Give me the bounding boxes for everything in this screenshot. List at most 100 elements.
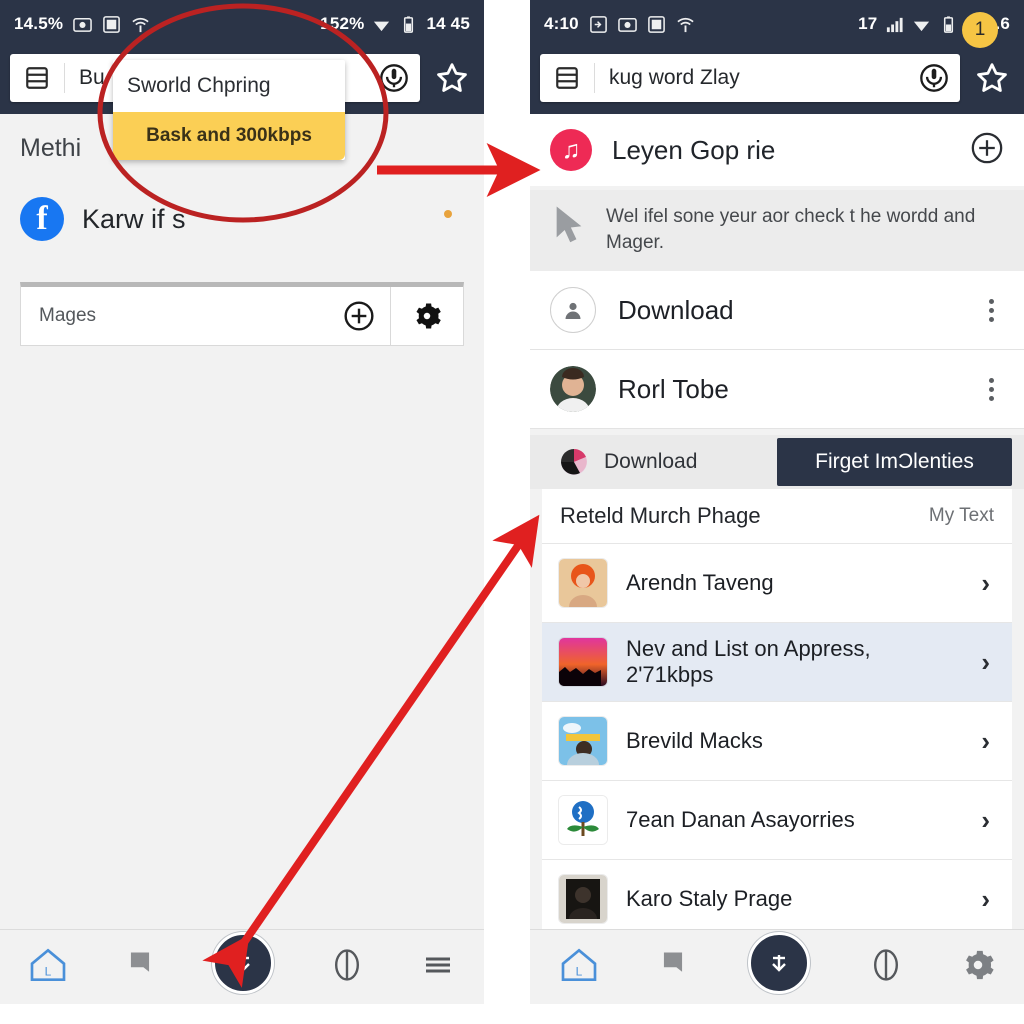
svg-text:L: L (44, 964, 51, 978)
left-status-bar: 14.5% 152% 14 45 (0, 0, 484, 48)
camera-icon (73, 15, 93, 34)
suggestion-item[interactable]: Sworld Chpring (113, 60, 345, 112)
signal-percent-text: 152% (320, 14, 365, 33)
suggestion-highlight-item[interactable]: Bask and 300kbps (113, 112, 345, 160)
wifi-tether-icon (131, 15, 150, 34)
right-status-bar: 4:10 17 (530, 0, 1024, 48)
list-row[interactable]: Nev and List on Appress, 2'71kbps › (542, 623, 1012, 703)
list-row-label: Karo Staly Prage (626, 886, 793, 912)
plus-circle-icon[interactable] (970, 131, 1004, 170)
facebook-row-label: Karw if s (82, 203, 186, 234)
chevron-right-icon[interactable]: › (981, 647, 996, 678)
tab-download-label: Download (604, 450, 698, 474)
right-status-left: 4:10 (544, 14, 695, 34)
chevron-right-icon[interactable]: › (981, 568, 996, 599)
clock-text: 4:10 (544, 14, 579, 33)
list-menu-icon[interactable] (540, 63, 595, 93)
sub-header-right: My Text (928, 505, 994, 527)
avatar (550, 366, 596, 413)
battery-icon (939, 15, 958, 34)
list-row-label: 7ean Danan Asayorries (626, 807, 855, 833)
wifi-icon (912, 15, 931, 34)
sunset-gradient-thumb (558, 637, 608, 688)
download-icon (589, 15, 608, 34)
bookmark-icon[interactable] (656, 948, 690, 987)
download-fab-icon[interactable] (211, 932, 274, 994)
home-icon[interactable]: L (28, 945, 68, 990)
sd-card-icon (647, 15, 666, 34)
list-item[interactable]: Download (530, 271, 1024, 351)
signal-number-text: 17 (858, 14, 878, 33)
chevron-right-icon[interactable]: › (981, 726, 996, 757)
info-note: Wel ifel sone yeur aor check t he wordd … (530, 190, 1024, 272)
list-item[interactable]: Rorl Tobe (530, 350, 1024, 430)
tab-firget-label: Firget ImƆlenties (815, 450, 974, 474)
home-icon[interactable]: L (559, 945, 599, 990)
music-row-label: Leyen Gop rie (612, 134, 776, 165)
notification-badge: 1 (962, 12, 998, 48)
chevron-right-icon[interactable]: › (981, 805, 996, 836)
hamburger-menu-icon[interactable] (420, 947, 456, 988)
left-status-right: 152% 14 45 (320, 14, 470, 34)
list-row[interactable]: 7ean Danan Asayorries › (542, 781, 1012, 861)
bookmark-icon[interactable] (123, 948, 157, 987)
right-url-bar[interactable]: kug word Zlay (540, 54, 960, 102)
facebook-glyph: f (36, 200, 48, 237)
gear-icon[interactable] (390, 287, 463, 345)
left-bottom-nav: L (0, 929, 484, 1004)
voice-search-icon[interactable] (368, 63, 420, 93)
battery-percent-text: 14.5% (14, 14, 64, 33)
tab-firget[interactable]: Firget ImƆlenties (777, 438, 1012, 487)
chevron-right-icon[interactable]: › (981, 884, 996, 915)
dark-portrait-thumb (558, 874, 608, 925)
download-fab-icon[interactable] (747, 932, 810, 994)
clock-text: 14 45 (426, 14, 470, 33)
svg-text:L: L (575, 964, 582, 978)
facebook-row[interactable]: f Karw if s (0, 182, 484, 250)
sub-header: Reteld Murch Phage My Text (542, 489, 1012, 545)
list-row[interactable]: Karo Staly Prage › (542, 860, 1012, 940)
kebab-menu-icon[interactable] (978, 377, 1004, 401)
settings-gear-icon[interactable] (961, 948, 995, 987)
list-row[interactable]: Arendn Taveng › (542, 544, 1012, 624)
list-row-label: Brevild Macks (626, 728, 763, 754)
voice-search-icon[interactable] (908, 63, 960, 93)
mages-card-label: Mages (39, 305, 97, 326)
page-title: Methi (20, 133, 82, 162)
bookmark-star-icon[interactable] (430, 61, 474, 95)
right-phone-screenshot: 4:10 17 kug word Zlay ♫ Leyen Gop rie We… (530, 0, 1024, 1004)
list-item-label: Download (618, 294, 734, 325)
bookmark-star-icon[interactable] (970, 61, 1014, 95)
screenshot-root: 14.5% 152% 14 45 Bu Methi f Karw if s Ma… (0, 0, 1024, 1024)
list-row-label: Arendn Taveng (626, 570, 774, 596)
list-menu-icon[interactable] (10, 63, 65, 93)
right-browser-bar: kug word Zlay (530, 48, 1024, 114)
cursor-arrow-icon (550, 204, 588, 251)
tab-bar: Download Firget ImƆlenties (530, 435, 1024, 490)
tab-download[interactable]: Download (542, 435, 777, 489)
sd-card-icon (102, 15, 121, 34)
list-row[interactable]: Brevild Macks › (542, 702, 1012, 782)
mages-card[interactable]: Mages (20, 282, 464, 346)
kebab-menu-icon[interactable] (978, 298, 1004, 322)
plus-circle-icon[interactable] (328, 300, 390, 332)
facebook-icon: f (20, 197, 64, 241)
contrast-icon[interactable] (868, 947, 904, 988)
right-url-input[interactable]: kug word Zlay (595, 66, 908, 90)
contrast-icon[interactable] (329, 947, 365, 988)
status-dot (444, 210, 452, 218)
list-row-label: Nev and List on Appress, 2'71kbps (626, 636, 871, 688)
right-bottom-nav: L (530, 929, 1024, 1004)
chrome-ball-icon (560, 448, 588, 476)
battery-icon (399, 15, 418, 34)
music-row[interactable]: ♫ Leyen Gop rie (530, 114, 1024, 186)
info-note-text: Wel ifel sone yeur aor check t he wordd … (606, 206, 976, 253)
orange-afro-thumb (558, 558, 608, 609)
blue-flower-thumb (558, 795, 608, 846)
left-status-left: 14.5% (14, 14, 150, 34)
wifi-icon (372, 15, 391, 34)
music-note-icon: ♫ (550, 129, 592, 171)
signal-bars-icon (885, 15, 904, 34)
sub-header-title: Reteld Murch Phage (560, 503, 761, 529)
url-suggestion-dropdown[interactable]: Sworld Chpring Bask and 300kbps (113, 60, 345, 160)
